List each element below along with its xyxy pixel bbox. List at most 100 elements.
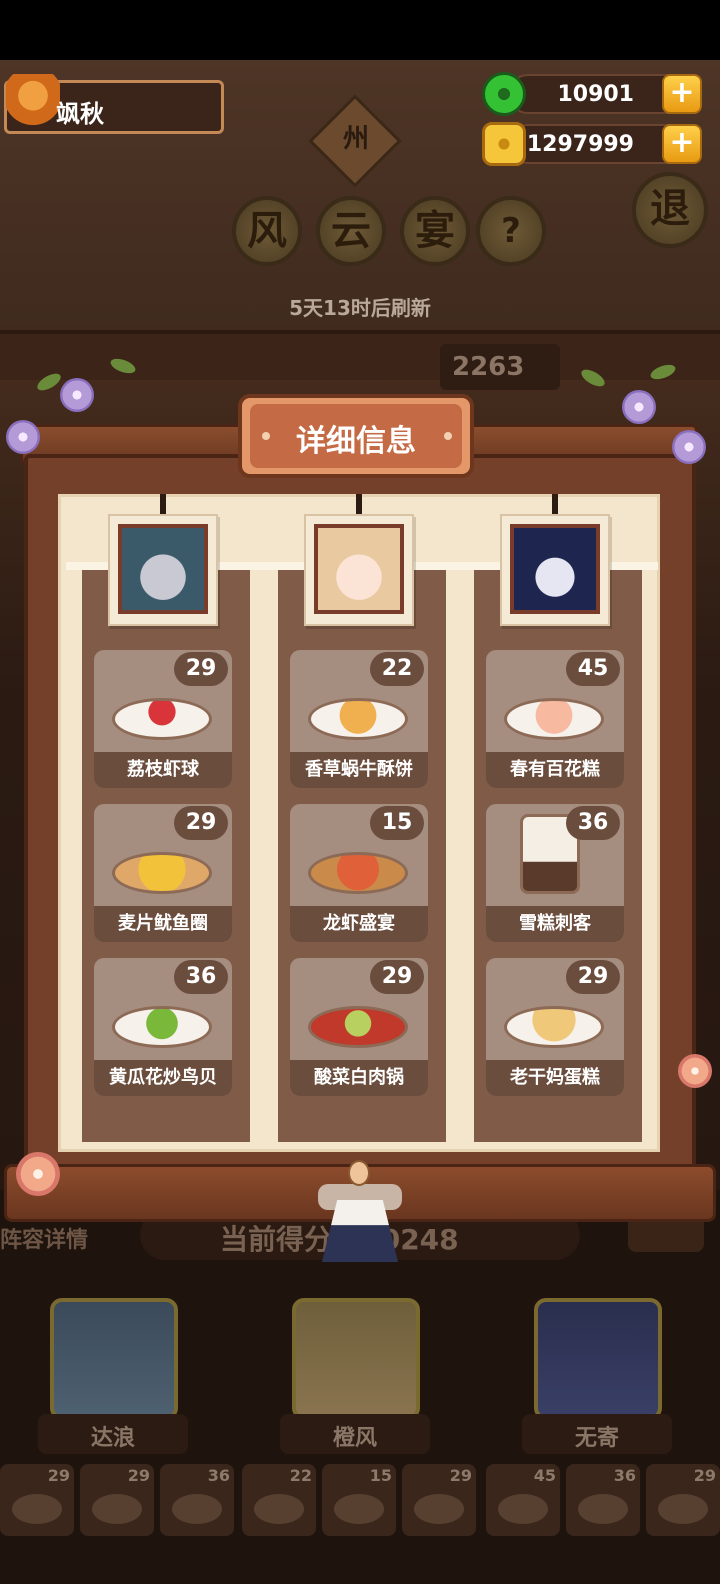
pink-flower-icon bbox=[678, 1054, 712, 1088]
add-coin-button[interactable]: + bbox=[662, 124, 702, 164]
hero-name-3: 无寄 bbox=[574, 1426, 619, 1451]
dish-strip-item[interactable]: 36 bbox=[160, 1464, 234, 1536]
hero-portrait-2[interactable] bbox=[314, 524, 404, 614]
dish-card[interactable]: 45 春有百花糕 bbox=[486, 650, 624, 788]
dish-count: 36 bbox=[566, 806, 620, 840]
dish-card[interactable]: 29 麦片鱿鱼圈 bbox=[94, 804, 232, 942]
dish-strip-item[interactable]: 29 bbox=[0, 1464, 74, 1536]
dish-strip-count: 36 bbox=[613, 1466, 636, 1485]
quit-button[interactable]: 退 bbox=[632, 172, 708, 248]
region-plaque-text: 州 bbox=[342, 124, 369, 154]
dish-strip-item[interactable]: 22 bbox=[242, 1464, 316, 1536]
dish-count: 36 bbox=[174, 960, 228, 994]
event-title-char-2: 云 bbox=[316, 196, 386, 266]
dish-strip-item[interactable]: 29 bbox=[646, 1464, 720, 1536]
dish-card[interactable]: 29 荔枝虾球 bbox=[94, 650, 232, 788]
dish-card[interactable]: 22 香草蜗牛酥饼 bbox=[290, 650, 428, 788]
dish-card[interactable]: 29 老干妈蛋糕 bbox=[486, 958, 624, 1096]
hero-card-3[interactable] bbox=[534, 1298, 662, 1420]
dish-strip-icon bbox=[254, 1494, 304, 1524]
jade-currency: 10901 bbox=[508, 74, 688, 114]
flower-icon bbox=[60, 378, 94, 412]
dish-icon bbox=[308, 698, 408, 740]
dish-icon bbox=[112, 698, 212, 740]
dish-strip-count: 29 bbox=[693, 1466, 716, 1485]
jade-icon bbox=[482, 72, 526, 116]
dish-name: 黄瓜花炒鸟贝 bbox=[94, 1060, 232, 1096]
dish-strip-icon bbox=[498, 1494, 548, 1524]
dish-icon bbox=[504, 1006, 604, 1048]
dish-icon bbox=[112, 852, 212, 894]
hero-card-2[interactable] bbox=[292, 1298, 420, 1420]
dish-strip-count: 29 bbox=[449, 1466, 472, 1485]
coin-amount: 11297999 bbox=[511, 132, 634, 157]
dish-count: 45 bbox=[566, 652, 620, 686]
dish-icon bbox=[112, 1006, 212, 1048]
pink-flower-icon bbox=[16, 1152, 60, 1196]
dish-name: 麦片鱿鱼圈 bbox=[94, 906, 232, 942]
dish-count: 29 bbox=[566, 960, 620, 994]
dish-strip-item[interactable]: 29 bbox=[402, 1464, 476, 1536]
hero-name-1: 达浪 bbox=[90, 1426, 135, 1451]
dish-icon bbox=[504, 698, 604, 740]
dish-name: 老干妈蛋糕 bbox=[486, 1060, 624, 1096]
flower-icon bbox=[622, 390, 656, 424]
coin-currency: 11297999 bbox=[508, 124, 688, 164]
dish-strip-item[interactable]: 45 bbox=[486, 1464, 560, 1536]
jade-amount: 10901 bbox=[557, 82, 634, 107]
dish-strip-item[interactable]: 36 bbox=[566, 1464, 640, 1536]
dish-card[interactable]: 15 龙虾盛宴 bbox=[290, 804, 428, 942]
hero-portrait-1[interactable] bbox=[118, 524, 208, 614]
add-jade-button[interactable]: + bbox=[662, 74, 702, 114]
dish-strip-icon bbox=[92, 1494, 142, 1524]
player-avatar-icon[interactable] bbox=[6, 74, 60, 136]
dish-strip-count: 15 bbox=[369, 1466, 392, 1485]
dialog-title: 详细信息 bbox=[296, 424, 416, 459]
dish-count: 15 bbox=[370, 806, 424, 840]
player-name: 飒秋 bbox=[56, 100, 104, 128]
event-title-char-3: 宴 bbox=[400, 196, 470, 266]
dish-strip-item[interactable]: 29 bbox=[80, 1464, 154, 1536]
dish-strip-icon bbox=[578, 1494, 628, 1524]
dish-name: 荔枝虾球 bbox=[94, 752, 232, 788]
dish-strip-icon bbox=[172, 1494, 222, 1524]
dish-card[interactable]: 36 黄瓜花炒鸟贝 bbox=[94, 958, 232, 1096]
dish-name: 龙虾盛宴 bbox=[290, 906, 428, 942]
dish-strip-count: 45 bbox=[533, 1466, 556, 1485]
refresh-timer: 5天13时后刷新 bbox=[289, 296, 431, 320]
dish-strip-count: 29 bbox=[127, 1466, 150, 1485]
dish-count: 22 bbox=[370, 652, 424, 686]
dish-strip-icon bbox=[658, 1494, 708, 1524]
dish-strip-icon bbox=[414, 1494, 464, 1524]
dish-strip-count: 29 bbox=[47, 1466, 70, 1485]
dish-icon bbox=[308, 852, 408, 894]
dish-card[interactable]: 36 雪糕刺客 bbox=[486, 804, 624, 942]
close-ornament-icon[interactable] bbox=[348, 1160, 370, 1186]
dish-icon bbox=[308, 1006, 408, 1048]
hero-card-1[interactable] bbox=[50, 1298, 178, 1420]
dish-count: 29 bbox=[174, 806, 228, 840]
hero-name-2: 橙风 bbox=[332, 1426, 377, 1451]
dish-count: 29 bbox=[174, 652, 228, 686]
coin-icon bbox=[482, 122, 526, 166]
flower-icon bbox=[672, 430, 706, 464]
dish-strip-item[interactable]: 15 bbox=[322, 1464, 396, 1536]
dish-name: 春有百花糕 bbox=[486, 752, 624, 788]
flower-icon bbox=[6, 420, 40, 454]
dish-name: 酸菜白肉锅 bbox=[290, 1060, 428, 1096]
dish-name: 雪糕刺客 bbox=[486, 906, 624, 942]
background-beam bbox=[0, 330, 720, 380]
dish-strip-icon bbox=[334, 1494, 384, 1524]
help-button[interactable]: ? bbox=[476, 196, 546, 266]
dish-count: 29 bbox=[370, 960, 424, 994]
dish-strip-icon bbox=[12, 1494, 62, 1524]
lineup-details-tab[interactable]: 阵容详情 bbox=[0, 1222, 130, 1254]
dish-strip-count: 22 bbox=[289, 1466, 312, 1485]
dish-strip-count: 36 bbox=[207, 1466, 230, 1485]
dish-name: 香草蜗牛酥饼 bbox=[290, 752, 428, 788]
dish-card[interactable]: 29 酸菜白肉锅 bbox=[290, 958, 428, 1096]
score-chip: 2263 bbox=[440, 344, 560, 390]
game-screen: 飒秋 10901 + 11297999 + 州 风 云 宴 ? 退 5天13时后… bbox=[0, 0, 720, 1584]
event-title-char-1: 风 bbox=[232, 196, 302, 266]
hero-portrait-3[interactable] bbox=[510, 524, 600, 614]
